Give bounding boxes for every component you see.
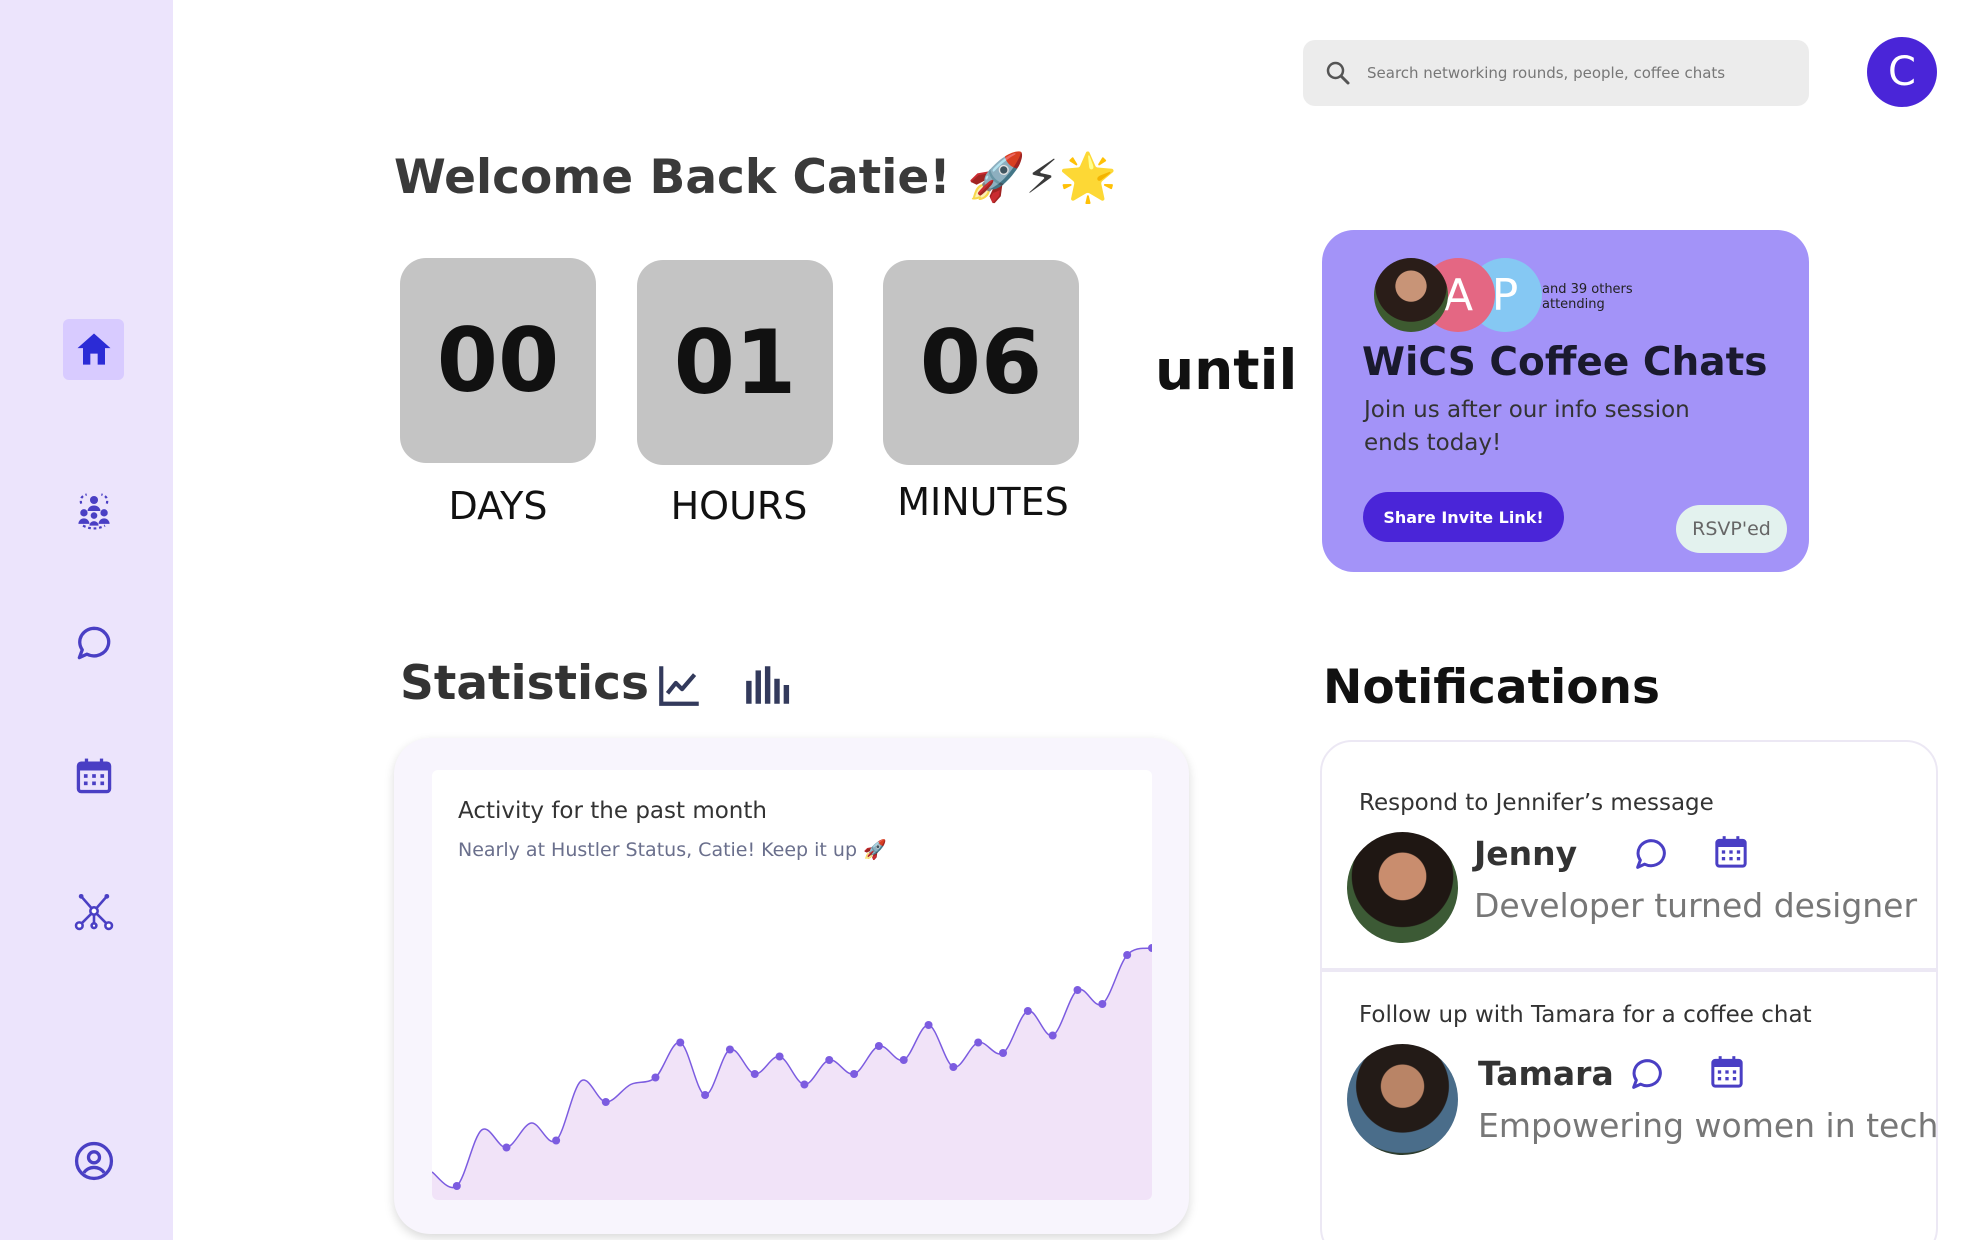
chart-point[interactable] [775, 1052, 784, 1061]
chat-bubble-icon[interactable] [1631, 834, 1671, 874]
activity-chart-card: Activity for the past month Nearly at Hu… [394, 738, 1189, 1234]
user-avatar[interactable]: C [1867, 37, 1937, 107]
chart-point[interactable] [452, 1182, 461, 1190]
countdown-minutes: 06 [883, 260, 1079, 465]
calendar-icon [76, 758, 111, 793]
chart-point[interactable] [651, 1073, 660, 1082]
sidebar-item-home[interactable] [63, 319, 124, 380]
sidebar-item-community[interactable] [63, 480, 124, 541]
chart-point[interactable] [502, 1143, 511, 1152]
chart-point[interactable] [999, 1049, 1008, 1057]
attending-count: and 39 others attending [1542, 282, 1633, 312]
chart-point[interactable] [825, 1056, 834, 1064]
event-title: WiCS Coffee Chats [1362, 340, 1768, 385]
bar-chart-icon[interactable] [742, 660, 792, 710]
sidebar-item-network[interactable] [63, 880, 124, 941]
chart-point[interactable] [924, 1021, 933, 1029]
countdown-minutes-label: MINUTES [897, 480, 1069, 524]
search-bar[interactable] [1303, 40, 1809, 106]
user-circle-icon [74, 1141, 113, 1180]
notification-item[interactable]: Follow up with Tamara for a coffee chat … [1322, 974, 1938, 1204]
chart-point[interactable] [1123, 951, 1132, 959]
sidebar [0, 0, 173, 1240]
attendee-avatar-photo [1374, 258, 1448, 332]
tamara-avatar [1347, 1044, 1458, 1155]
rsvp-status-badge[interactable]: RSVP'ed [1676, 505, 1787, 553]
notification-prompt: Respond to Jennifer’s message [1359, 790, 1714, 816]
chat-bubble-icon [77, 626, 110, 659]
chart-point[interactable] [601, 1098, 610, 1106]
chart-point[interactable] [750, 1070, 759, 1078]
chart-point[interactable] [676, 1038, 685, 1047]
calendar-icon[interactable] [1711, 832, 1751, 872]
notifications-title: Notifications [1323, 660, 1660, 715]
search-input[interactable] [1367, 64, 1787, 82]
chart-point[interactable] [1098, 1000, 1107, 1008]
notification-name: Jenny [1474, 834, 1578, 873]
chart-point[interactable] [552, 1136, 561, 1145]
chart-point[interactable] [800, 1080, 809, 1089]
share-invite-button[interactable]: Share Invite Link! [1363, 492, 1564, 542]
sidebar-item-messages[interactable] [63, 612, 124, 673]
event-description: Join us after our info session ends toda… [1364, 397, 1690, 456]
chart-point[interactable] [725, 1045, 734, 1054]
chart-point[interactable] [1048, 1031, 1057, 1040]
chart-point[interactable] [1073, 986, 1082, 994]
countdown-hours-label: HOURS [670, 484, 808, 528]
chart-subtitle: Nearly at Hustler Status, Catie! Keep it… [458, 839, 887, 861]
jenny-avatar [1347, 832, 1458, 943]
notifications-panel: Respond to Jennifer’s message Jenny Deve… [1320, 740, 1938, 1240]
statistics-title: Statistics [400, 656, 649, 711]
search-icon [1326, 61, 1350, 85]
chart-title: Activity for the past month [458, 798, 767, 824]
chart-point[interactable] [974, 1038, 983, 1047]
notification-item[interactable]: Respond to Jennifer’s message Jenny Deve… [1322, 742, 1936, 972]
calendar-icon[interactable] [1707, 1052, 1747, 1092]
sidebar-item-profile[interactable] [63, 1130, 124, 1191]
activity-chart-plot [432, 944, 1152, 1200]
activity-chart: Activity for the past month Nearly at Hu… [432, 770, 1152, 1200]
notification-bio: Developer turned designer [1474, 886, 1918, 925]
chart-point[interactable] [1023, 1007, 1032, 1015]
notification-bio: Empowering women in tech [1478, 1106, 1938, 1145]
chat-bubble-icon[interactable] [1627, 1054, 1667, 1094]
welcome-heading: Welcome Back Catie! 🚀⚡🌟 [394, 150, 1118, 205]
network-graph-icon [74, 893, 113, 930]
notification-prompt: Follow up with Tamara for a coffee chat [1359, 1002, 1812, 1028]
countdown-days: 00 [400, 258, 596, 463]
chart-point[interactable] [701, 1091, 710, 1099]
line-chart-icon[interactable] [655, 660, 705, 710]
home-icon [77, 333, 110, 365]
event-card[interactable]: A P and 39 others attending WiCS Coffee … [1322, 230, 1809, 572]
countdown-until-text: until [1155, 338, 1298, 402]
chart-point[interactable] [874, 1042, 883, 1050]
chart-point[interactable] [949, 1063, 958, 1071]
countdown-days-label: DAYS [448, 484, 548, 528]
chart-area-fill [432, 948, 1152, 1200]
notification-name: Tamara [1478, 1054, 1614, 1093]
chart-point[interactable] [850, 1070, 859, 1078]
sidebar-item-calendar[interactable] [63, 745, 124, 806]
people-group-icon [77, 492, 110, 530]
countdown-hours: 01 [637, 260, 833, 465]
chart-point[interactable] [899, 1056, 908, 1064]
